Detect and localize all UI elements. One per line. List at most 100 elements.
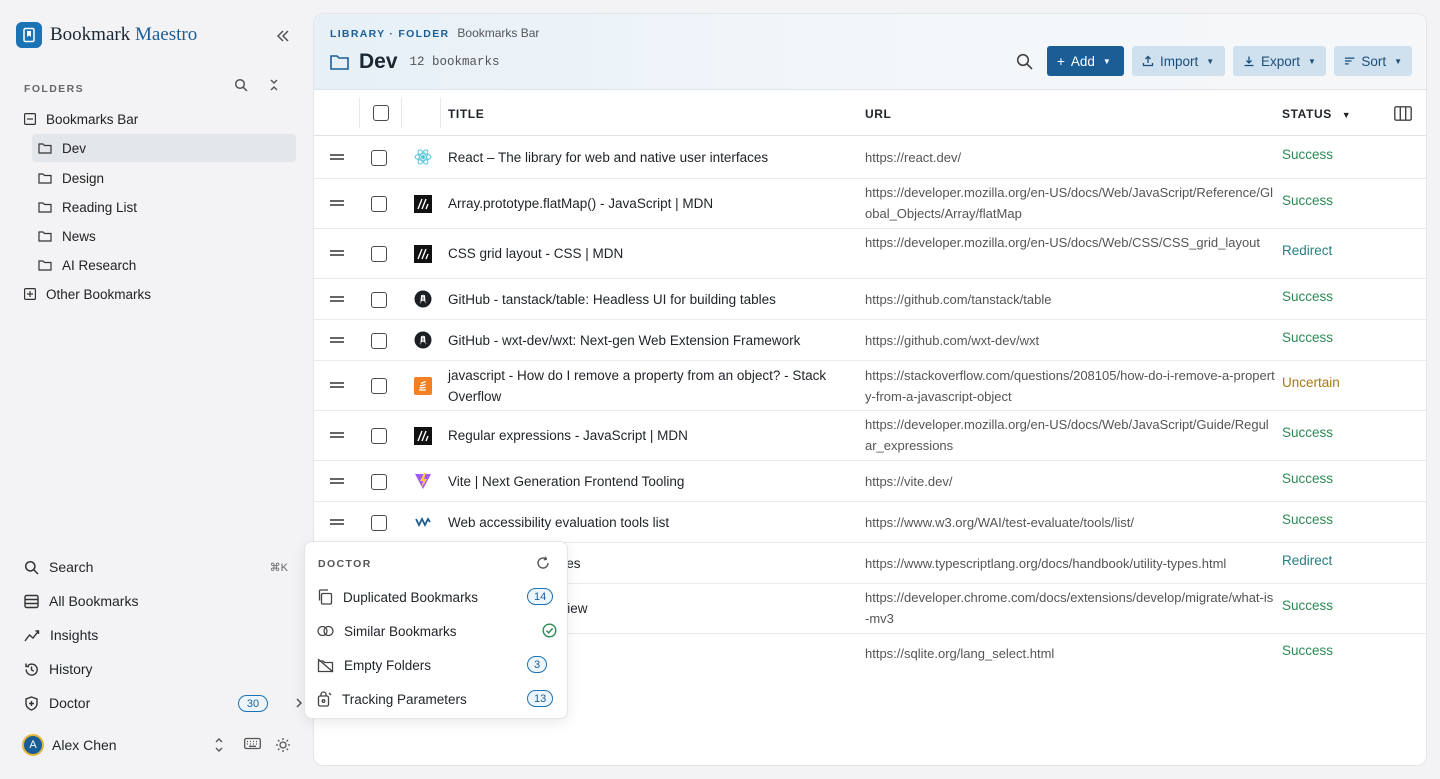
sort-button[interactable]: Sort ▼ — [1334, 46, 1412, 76]
bookmark-title[interactable]: GitHub - wxt-dev/wxt: Next-gen Web Exten… — [448, 330, 848, 351]
search-icon[interactable] — [1016, 53, 1033, 70]
bookmark-url[interactable]: https://developer.chrome.com/docs/extens… — [865, 587, 1275, 629]
collapse-sidebar-icon[interactable] — [274, 27, 292, 45]
tree-item-label: Other Bookmarks — [46, 286, 152, 302]
nav-all-bookmarks[interactable]: All Bookmarks — [16, 586, 292, 616]
row-checkbox[interactable] — [371, 246, 387, 262]
nav-insights[interactable]: Insights — [16, 620, 292, 650]
status-badge: Redirect — [1282, 553, 1333, 568]
drag-handle-icon[interactable] — [330, 200, 344, 206]
doctor-item-duplicated[interactable]: Duplicated Bookmarks 14 — [317, 584, 557, 610]
import-button[interactable]: Import ▼ — [1132, 46, 1225, 76]
add-button[interactable]: + Add ▼ — [1047, 46, 1124, 76]
drag-handle-icon[interactable] — [330, 519, 344, 525]
breadcrumb: LIBRARY · FOLDER Bookmarks Bar — [330, 26, 539, 40]
table-row[interactable]: javascript - How do I remove a property … — [314, 361, 1426, 411]
nav-doctor[interactable]: Doctor 30 — [16, 688, 303, 718]
row-checkbox[interactable] — [371, 292, 387, 308]
chevron-right-icon[interactable] — [294, 697, 304, 709]
stackoverflow-icon — [414, 377, 432, 395]
tree-item-other-bookmarks[interactable]: Other Bookmarks — [24, 280, 294, 308]
bookmark-url[interactable]: https://developer.mozilla.org/en-US/docs… — [865, 182, 1275, 224]
bookmark-url[interactable]: https://www.typescriptlang.org/docs/hand… — [865, 553, 1275, 574]
doctor-item-empty-folders[interactable]: Empty Folders 3 — [317, 652, 557, 678]
drag-handle-icon[interactable] — [330, 337, 344, 343]
select-all-checkbox[interactable] — [373, 105, 389, 121]
bookmark-url[interactable]: https://www.w3.org/WAI/test-evaluate/too… — [865, 512, 1275, 533]
sort-button-label: Sort — [1361, 53, 1387, 69]
row-checkbox[interactable] — [371, 515, 387, 531]
table-row[interactable]: Vite | Next Generation Frontend Tooling … — [314, 461, 1426, 502]
doctor-item-tracking[interactable]: Tracking Parameters 13 — [317, 686, 557, 712]
status-badge: Uncertain — [1282, 375, 1340, 390]
drag-handle-icon[interactable] — [330, 432, 344, 438]
bookmark-url[interactable]: https://sqlite.org/lang_select.html — [865, 643, 1275, 664]
bookmark-url[interactable]: https://react.dev/ — [865, 147, 1275, 168]
keyboard-icon[interactable] — [244, 737, 261, 750]
drag-handle-icon[interactable] — [330, 382, 344, 388]
row-checkbox[interactable] — [371, 378, 387, 394]
column-header-status[interactable]: STATUS ▼ — [1282, 107, 1351, 121]
bookmark-url[interactable]: https://stackoverflow.com/questions/2081… — [865, 365, 1275, 407]
table-row[interactable]: Web accessibility evaluation tools list … — [314, 502, 1426, 543]
search-folders-icon[interactable] — [234, 78, 250, 94]
vite-icon — [415, 473, 431, 489]
export-button[interactable]: Export ▼ — [1233, 46, 1326, 76]
mdn-icon — [414, 427, 432, 445]
brand[interactable]: Bookmark Maestro — [16, 22, 197, 48]
bookmark-url[interactable]: https://github.com/tanstack/table — [865, 289, 1275, 310]
row-checkbox[interactable] — [371, 333, 387, 349]
nav-history[interactable]: History — [16, 654, 292, 684]
tree-item-dev[interactable]: Dev — [32, 134, 296, 162]
tree-item-ai-research[interactable]: AI Research — [38, 251, 294, 279]
collapse-square-icon[interactable] — [24, 113, 36, 125]
list-icon — [24, 594, 39, 608]
nav-search[interactable]: Search ⌘K — [16, 552, 292, 582]
bookmark-title[interactable]: React – The library for web and native u… — [448, 147, 848, 168]
chevrons-up-down-icon[interactable] — [213, 737, 225, 753]
drag-handle-icon[interactable] — [330, 250, 344, 256]
bookmark-title[interactable]: Web accessibility evaluation tools list — [448, 512, 848, 533]
tree-item-reading-list[interactable]: Reading List — [38, 193, 294, 221]
drag-handle-icon[interactable] — [330, 154, 344, 160]
column-header-url[interactable]: URL — [865, 107, 891, 121]
bookmark-url[interactable]: https://vite.dev/ — [865, 471, 1275, 492]
tree-item-news[interactable]: News — [38, 222, 294, 250]
caret-down-icon: ▼ — [1308, 56, 1316, 66]
doctor-item-label: Empty Folders — [344, 657, 432, 673]
tree-item-design[interactable]: Design — [38, 164, 294, 192]
breadcrumb-parent[interactable]: Bookmarks Bar — [457, 26, 539, 40]
user-menu[interactable]: A Alex Chen — [22, 733, 294, 757]
bookmark-title[interactable]: GitHub - tanstack/table: Headless UI for… — [448, 289, 848, 310]
bookmark-url[interactable]: https://developer.mozilla.org/en-US/docs… — [865, 414, 1275, 456]
table-row[interactable]: Array.prototype.flatMap() - JavaScript |… — [314, 179, 1426, 229]
row-checkbox[interactable] — [371, 150, 387, 166]
row-checkbox[interactable] — [371, 474, 387, 490]
bookmark-title[interactable]: CSS grid layout - CSS | MDN — [448, 243, 848, 264]
check-circle-icon — [539, 622, 559, 639]
tree-item-bookmarks-bar[interactable]: Bookmarks Bar — [24, 105, 294, 133]
row-checkbox[interactable] — [371, 428, 387, 444]
drag-handle-icon[interactable] — [330, 296, 344, 302]
drag-handle-icon[interactable] — [330, 478, 344, 484]
bookmark-title[interactable]: javascript - How do I remove a property … — [448, 365, 848, 407]
bookmark-title[interactable]: Vite | Next Generation Frontend Tooling — [448, 471, 848, 492]
column-header-title[interactable]: TITLE — [448, 107, 484, 121]
refresh-icon[interactable] — [536, 556, 550, 570]
row-checkbox[interactable] — [371, 196, 387, 212]
expand-square-icon[interactable] — [24, 288, 36, 300]
sun-icon[interactable] — [275, 737, 291, 753]
table-row[interactable]: CSS grid layout - CSS | MDN https://deve… — [314, 229, 1426, 279]
table-row[interactable]: React – The library for web and native u… — [314, 136, 1426, 179]
columns-icon[interactable] — [1394, 106, 1412, 121]
table-row[interactable]: GitHub - wxt-dev/wxt: Next-gen Web Exten… — [314, 320, 1426, 361]
bookmark-url[interactable]: https://developer.mozilla.org/en-US/docs… — [865, 232, 1275, 253]
bookmark-logo-icon — [16, 22, 42, 48]
table-row[interactable]: Regular expressions - JavaScript | MDN h… — [314, 411, 1426, 461]
bookmark-url[interactable]: https://github.com/wxt-dev/wxt — [865, 330, 1275, 351]
collapse-all-icon[interactable] — [267, 78, 283, 94]
bookmark-title[interactable]: Array.prototype.flatMap() - JavaScript |… — [448, 193, 848, 214]
doctor-item-similar[interactable]: Similar Bookmarks — [317, 618, 557, 644]
table-row[interactable]: GitHub - tanstack/table: Headless UI for… — [314, 279, 1426, 320]
bookmark-title[interactable]: Regular expressions - JavaScript | MDN — [448, 425, 848, 446]
